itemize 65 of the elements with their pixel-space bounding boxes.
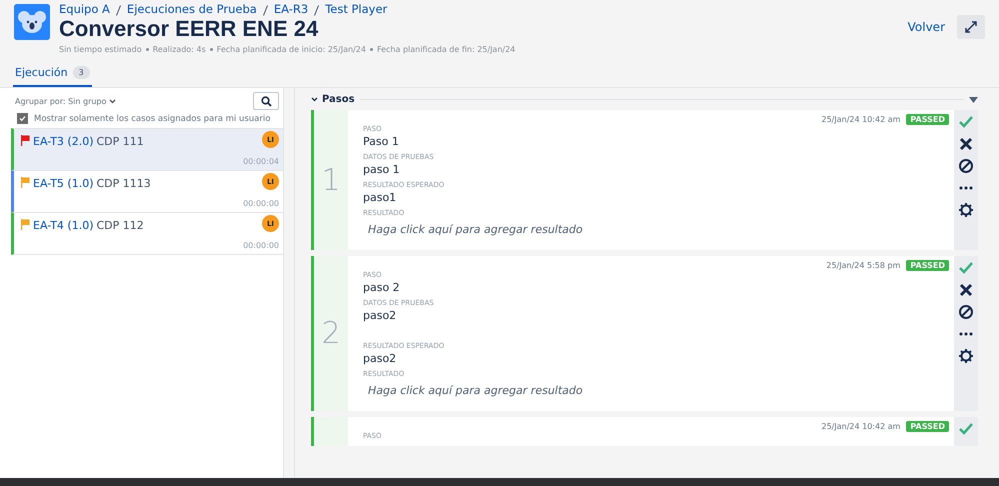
case-name: CDP 112 — [96, 219, 144, 232]
breadcrumb-link[interactable]: Test Player — [325, 2, 388, 16]
section-toggle[interactable]: Pasos — [311, 94, 355, 105]
step-date: 25/Jan/24 5:58 pm — [826, 261, 900, 270]
check-icon[interactable] — [958, 421, 974, 437]
back-link[interactable]: Volver — [908, 20, 945, 34]
case-name: CDP 1113 — [96, 177, 151, 190]
expand-button[interactable] — [957, 15, 985, 39]
settings-icon[interactable] — [958, 348, 974, 364]
chevron-down-icon — [311, 97, 318, 102]
koala-logo-icon — [14, 4, 50, 40]
check-icon[interactable] — [958, 260, 974, 276]
step-number: 2 — [321, 316, 341, 351]
checkbox[interactable] — [17, 113, 28, 124]
block-icon[interactable] — [958, 304, 974, 320]
search-button[interactable] — [253, 92, 279, 110]
dropdown-icon[interactable] — [969, 96, 978, 102]
result-placeholder[interactable]: Haga click aquí para agregar resultado — [368, 384, 949, 397]
checkbox-label: Mostrar solamente los casos asignados para mi usuario — [34, 114, 270, 124]
result-placeholder[interactable]: Haga click aquí para agregar resultado — [368, 223, 949, 236]
step-date: 25/Jan/24 10:42 am — [821, 422, 900, 431]
case-duration: 00:00:04 — [243, 157, 279, 168]
bullet-icon — [210, 48, 213, 51]
breadcrumb-separator-icon — [314, 5, 320, 16]
block-icon[interactable] — [958, 158, 974, 174]
close-icon[interactable] — [958, 136, 974, 152]
breadcrumb-link[interactable]: Ejecuciones de Prueba — [126, 2, 257, 16]
case-duration: 00:00:00 — [243, 241, 279, 252]
checkmark-icon — [19, 115, 26, 122]
count-badge: 3 — [72, 66, 90, 79]
case-duration: 00:00:00 — [243, 199, 279, 210]
meta-info: Fecha planificada de fin: 25/Jan/24 — [376, 45, 516, 54]
breadcrumb-link[interactable]: Equipo A — [59, 2, 110, 16]
field-value: paso1 — [363, 191, 398, 204]
breadcrumb-separator-icon — [262, 5, 268, 16]
expand-icon — [965, 21, 977, 33]
case-name: CDP 111 — [96, 135, 144, 148]
meta-info: Realizado: 4s — [152, 45, 206, 54]
step-date: 25/Jan/24 10:42 am — [821, 115, 900, 124]
case-key[interactable]: EA-T5 (1.0) — [33, 177, 94, 190]
chevron-down-icon — [109, 98, 116, 104]
search-icon — [260, 96, 272, 106]
bullet-icon — [370, 48, 373, 51]
status-badge: PASSED — [906, 260, 949, 271]
breadcrumb-link[interactable]: EA-R3 — [274, 2, 308, 16]
field-value: Paso 1 — [363, 135, 400, 148]
breadcrumb-separator-icon — [116, 5, 121, 16]
group-by-dropdown[interactable]: Agrupar por: Sin grupo — [15, 96, 116, 106]
case-key[interactable]: EA-T4 (1.0) — [33, 219, 94, 232]
settings-icon[interactable] — [958, 202, 974, 218]
status-badge: PASSED — [906, 114, 949, 125]
field-value: paso2 — [363, 309, 398, 322]
step-number: 1 — [321, 162, 341, 198]
field-value: paso 1 — [363, 163, 401, 176]
field-value: paso 2 — [363, 281, 401, 294]
case-key[interactable]: EA-T3 (2.0) — [33, 135, 94, 148]
bullet-icon — [146, 48, 149, 51]
field-value: paso2 — [363, 352, 398, 365]
status-badge: PASSED — [906, 421, 949, 432]
meta-info: Fecha planificada de inicio: 25/Jan/24 — [216, 45, 366, 54]
close-icon[interactable] — [958, 282, 974, 298]
check-icon[interactable] — [958, 114, 974, 130]
page-title: Conversor EERR ENE 24 — [59, 16, 320, 42]
step-number-panel — [314, 417, 348, 446]
meta-info: Sin tiempo estimado — [59, 45, 142, 54]
